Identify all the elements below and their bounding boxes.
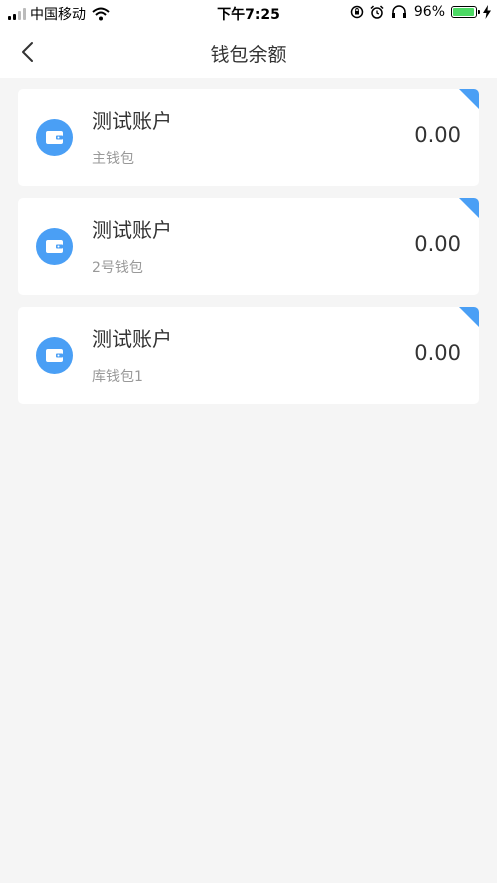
wallet-name: 测试账户 xyxy=(92,218,172,242)
wallet-icon xyxy=(36,337,73,374)
wallet-icon xyxy=(36,119,73,156)
wallet-type: 2号钱包 xyxy=(92,260,143,276)
wallet-balance: 0.00 xyxy=(414,341,461,365)
alarm-icon xyxy=(370,5,384,19)
wallet-balance: 0.00 xyxy=(414,123,461,147)
status-right: 96% xyxy=(350,4,491,20)
status-bar: 中国移动 下午7:25 96% xyxy=(0,0,497,26)
lightning-icon xyxy=(483,5,491,19)
wallet-balance: 0.00 xyxy=(414,232,461,256)
headphones-icon xyxy=(391,5,406,18)
corner-flag xyxy=(459,307,479,327)
nav-bar: 钱包余额 xyxy=(0,26,497,78)
page-title: 钱包余额 xyxy=(210,44,287,66)
wallet-card[interactable]: 测试账户 2号钱包 0.00 xyxy=(18,198,479,295)
corner-flag xyxy=(459,198,479,218)
corner-flag xyxy=(459,89,479,109)
wallet-type: 库钱包1 xyxy=(92,369,143,385)
wallet-name: 测试账户 xyxy=(92,109,172,133)
battery-icon xyxy=(451,6,480,18)
wallet-card[interactable]: 测试账户 主钱包 0.00 xyxy=(18,89,479,186)
battery-percent: 96% xyxy=(413,4,445,20)
wallet-card[interactable]: 测试账户 库钱包1 0.00 xyxy=(18,307,479,404)
wallet-type: 主钱包 xyxy=(92,151,134,167)
rotation-lock-icon xyxy=(350,5,364,19)
wallet-icon xyxy=(36,228,73,265)
wallet-name: 测试账户 xyxy=(92,327,172,351)
